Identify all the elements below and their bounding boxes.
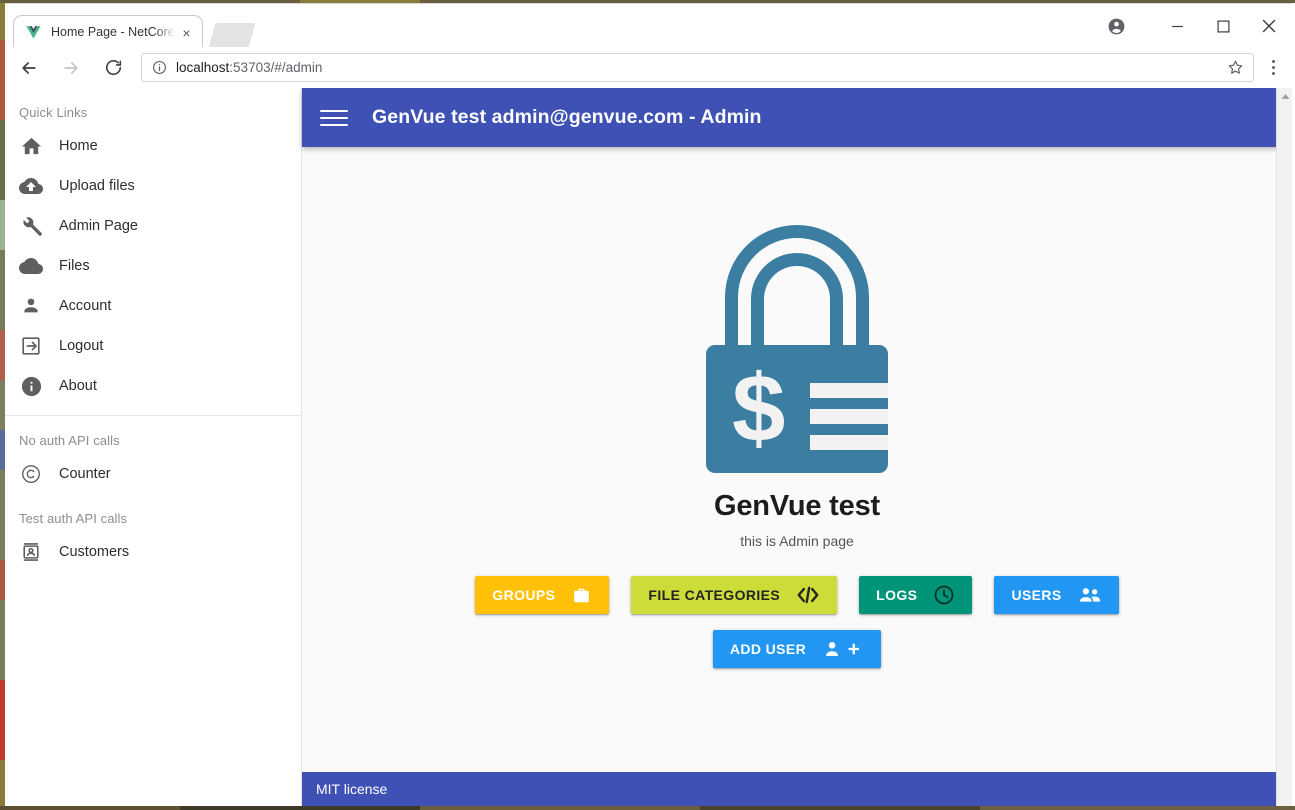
- page-viewport: Quick Links Home Upload files Admin Page: [3, 88, 1292, 806]
- forward-arrow-icon: [53, 50, 89, 86]
- sidebar-section-title-test-auth: Test auth API calls: [19, 511, 128, 526]
- footer-license-text: MIT license: [316, 781, 388, 797]
- add-user-button-label: ADD USER: [729, 641, 807, 657]
- sidebar-item-label: Logout: [59, 338, 104, 354]
- sidebar-item-upload-files[interactable]: Upload files: [3, 166, 301, 206]
- window-maximize-button[interactable]: [1200, 4, 1246, 48]
- sidebar-item-label: Account: [59, 298, 112, 314]
- hamburger-icon[interactable]: [320, 107, 348, 129]
- users-button-label: USERS: [1011, 587, 1062, 603]
- add-user-button[interactable]: ADD USER: [712, 630, 882, 668]
- groups-button[interactable]: GROUPS: [475, 576, 610, 614]
- sidebar-item-counter[interactable]: Counter: [3, 454, 301, 494]
- cloud-icon: [3, 254, 59, 278]
- groups-button-label: GROUPS: [492, 587, 556, 603]
- reload-icon[interactable]: [95, 50, 131, 86]
- bookmark-star-icon[interactable]: [1227, 59, 1244, 76]
- sidebar-section-title-no-auth: No auth API calls: [19, 433, 120, 448]
- sidebar-item-label: About: [59, 378, 97, 394]
- browser-tab[interactable]: Home Page - NetCore, Vu ×: [13, 15, 203, 48]
- tab-title: Home Page - NetCore, Vu: [51, 25, 175, 39]
- briefcase-icon: [571, 585, 592, 606]
- home-icon: [3, 135, 59, 158]
- lock-bars-icon: [810, 383, 888, 450]
- people-icon: [1078, 584, 1102, 606]
- site-info-icon[interactable]: [152, 60, 167, 75]
- sidebar-item-logout[interactable]: Logout: [3, 326, 301, 366]
- sidebar-item-home[interactable]: Home: [3, 126, 301, 166]
- app-area: GenVue test admin@genvue.com - Admin $ G…: [302, 88, 1292, 806]
- window-close-button[interactable]: [1246, 4, 1292, 48]
- sidebar-item-customers[interactable]: Customers: [3, 532, 301, 572]
- file-categories-button-label: FILE CATEGORIES: [648, 587, 781, 603]
- address-bar[interactable]: localhost:53703/#/admin: [141, 53, 1254, 82]
- window-minimize-button[interactable]: [1154, 4, 1200, 48]
- contact-card-icon: [3, 541, 59, 563]
- code-icon: [796, 584, 820, 606]
- main-content: $ GenVue test this is Admin page GROUPS: [302, 147, 1292, 806]
- wrench-icon: [3, 215, 59, 238]
- browser-toolbar: localhost:53703/#/admin: [3, 47, 1292, 88]
- person-icon: [3, 295, 59, 317]
- sidebar-item-account[interactable]: Account: [3, 286, 301, 326]
- sidebar: Quick Links Home Upload files Admin Page: [3, 88, 302, 806]
- clock-icon: [933, 584, 955, 606]
- page-title: GenVue test: [714, 490, 880, 522]
- users-button[interactable]: USERS: [994, 576, 1119, 614]
- logs-button[interactable]: LOGS: [859, 576, 973, 614]
- sidebar-item-admin-page[interactable]: Admin Page: [3, 206, 301, 246]
- logs-button-label: LOGS: [876, 587, 918, 603]
- browser-titlebar: Home Page - NetCore, Vu ×: [3, 3, 1292, 48]
- padlock-dollar-logo: $: [706, 225, 888, 473]
- url-host: localhost: [176, 60, 230, 75]
- logo-container: $: [302, 147, 1292, 473]
- chrome-menu-icon[interactable]: [1258, 50, 1288, 86]
- app-title: GenVue test admin@genvue.com - Admin: [372, 106, 762, 128]
- sidebar-item-label: Files: [59, 258, 90, 274]
- sidebar-item-label: Counter: [59, 466, 111, 482]
- admin-secondary-buttons: ADD USER: [302, 630, 1292, 668]
- page-subtitle: this is Admin page: [740, 533, 854, 549]
- sidebar-item-label: Home: [59, 138, 98, 154]
- page-scrollbar[interactable]: [1276, 88, 1292, 806]
- scroll-up-arrow-icon[interactable]: [1277, 88, 1292, 105]
- sidebar-section-title-quick-links: Quick Links: [19, 105, 88, 120]
- sidebar-item-about[interactable]: About: [3, 366, 301, 406]
- tab-close-icon[interactable]: ×: [178, 24, 195, 41]
- window-left-edge: [0, 0, 5, 810]
- copyright-icon: [3, 463, 59, 485]
- new-tab-button[interactable]: [208, 23, 256, 48]
- padlock-body: $: [706, 345, 888, 473]
- profile-avatar-icon[interactable]: [1094, 4, 1138, 48]
- info-circle-icon: [3, 375, 59, 398]
- person-add-icon: [822, 638, 864, 660]
- logout-icon: [3, 335, 59, 357]
- sidebar-item-label: Admin Page: [59, 218, 138, 234]
- window-top-edge: [0, 0, 1295, 3]
- window-controls: [1094, 4, 1292, 48]
- app-toolbar: GenVue test admin@genvue.com - Admin: [302, 88, 1292, 147]
- admin-action-buttons: GROUPS FILE CATEGORIES LOGS USERS: [302, 576, 1292, 614]
- padlock-shackle-inner: [751, 253, 843, 353]
- dollar-sign-icon: $: [732, 355, 786, 462]
- file-categories-button[interactable]: FILE CATEGORIES: [631, 576, 838, 614]
- browser-window: Home Page - NetCore, Vu ×: [0, 0, 1295, 810]
- url-text: localhost:53703/#/admin: [176, 60, 322, 75]
- back-arrow-icon[interactable]: [11, 50, 47, 86]
- sidebar-item-label: Upload files: [59, 178, 135, 194]
- vue-logo-icon: [25, 24, 42, 41]
- page-footer: MIT license: [302, 772, 1292, 806]
- url-path: :53703/#/admin: [229, 60, 323, 75]
- cloud-upload-icon: [3, 174, 59, 198]
- sidebar-item-label: Customers: [59, 544, 130, 560]
- window-bottom-edge: [0, 806, 1295, 810]
- sidebar-item-files[interactable]: Files: [3, 246, 301, 286]
